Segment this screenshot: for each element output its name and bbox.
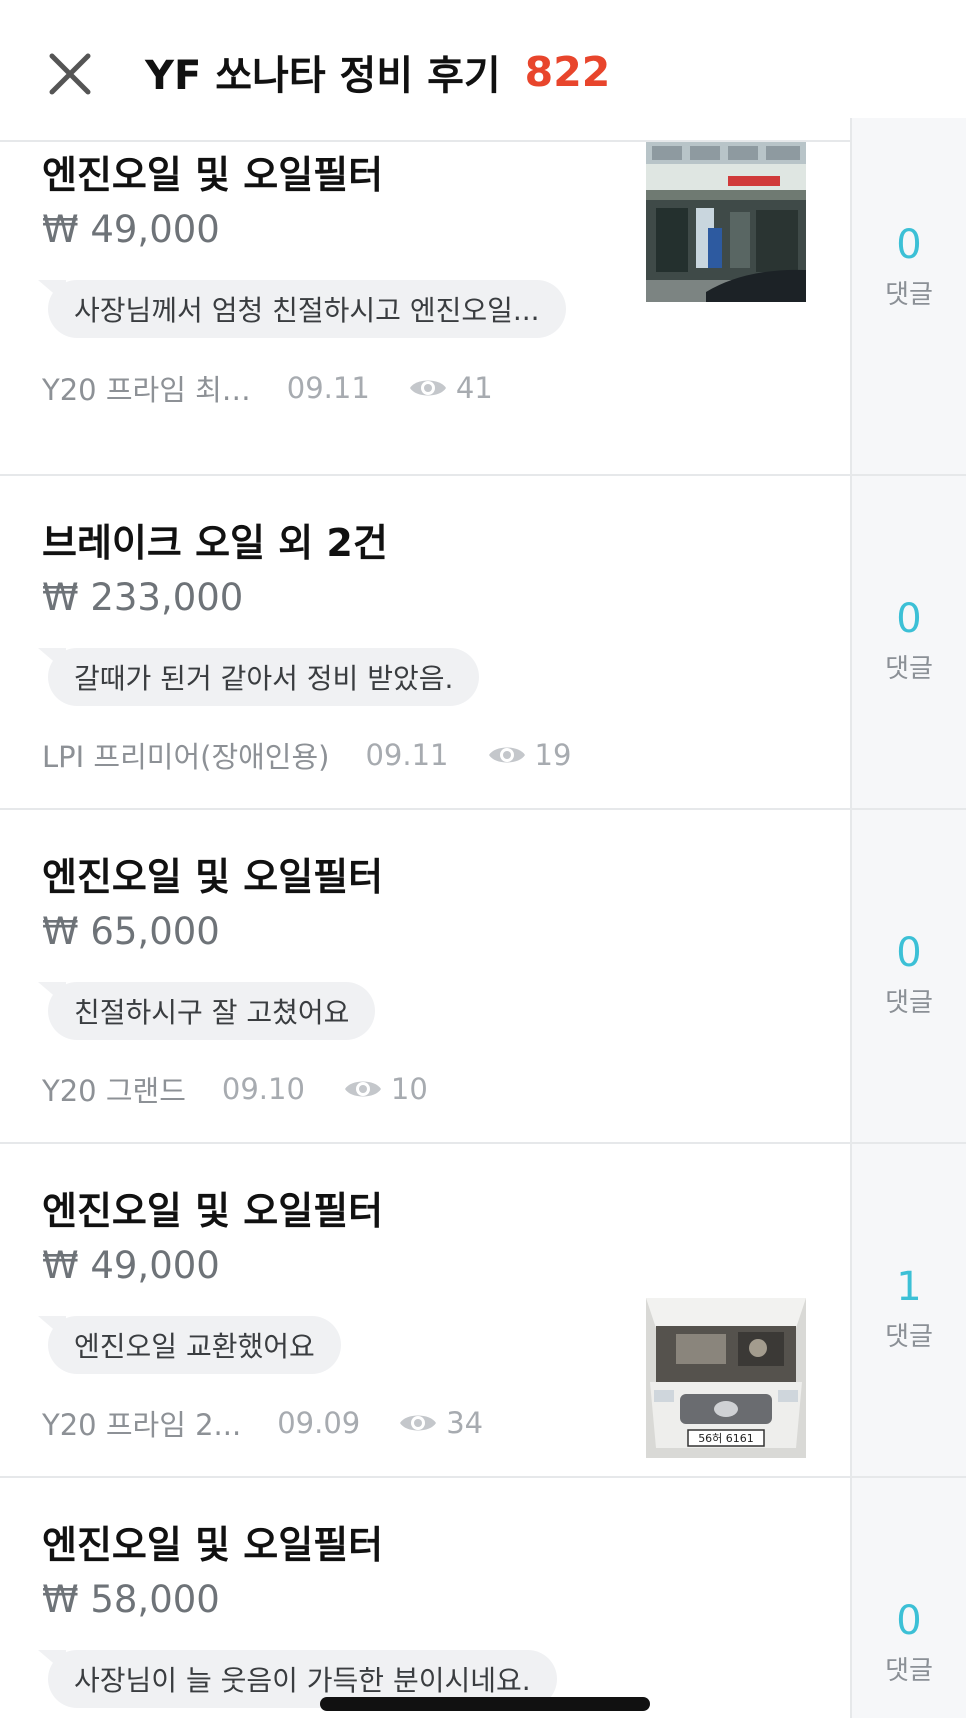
review-meta: Y20 프라임 2... 09.09 34: [42, 1403, 483, 1443]
comment-count-panel[interactable]: 0 댓글: [850, 118, 966, 474]
review-item[interactable]: 브레이크 오일 외 2건 ₩ 233,000 갈때가 된거 같아서 정비 받았음…: [0, 476, 966, 810]
comment-count: 1: [896, 1264, 922, 1310]
review-title: 엔진오일 및 오일필터: [42, 855, 384, 899]
review-date: 09.11: [365, 738, 449, 772]
review-thumbnail[interactable]: 56허 6161: [646, 1298, 806, 1458]
review-item[interactable]: 엔진오일 및 오일필터 ₩ 58,000 사장님이 늘 웃음이 가득한 분이시네…: [0, 1478, 966, 1718]
comment-label: 댓글: [885, 1322, 933, 1352]
review-price: ₩ 65,000: [42, 910, 220, 953]
review-item[interactable]: 엔진오일 및 오일필터 ₩ 65,000 친절하시구 잘 고쳤어요 Y20 그랜…: [0, 810, 966, 1144]
review-title: 엔진오일 및 오일필터: [42, 1189, 384, 1233]
review-item-body[interactable]: 엔진오일 및 오일필터 ₩ 49,000 사장님께서 엄청 친절하시고 엔진오일…: [0, 118, 850, 474]
comment-label: 댓글: [885, 280, 933, 310]
review-title: 엔진오일 및 오일필터: [42, 153, 384, 197]
review-item[interactable]: 엔진오일 및 오일필터 ₩ 49,000 사장님께서 엄청 친절하시고 엔진오일…: [0, 118, 966, 476]
close-icon: [49, 53, 91, 95]
car-trim: LPI 프리미어(장애인용): [42, 740, 330, 774]
comment-label: 댓글: [885, 988, 933, 1018]
eye-icon: [409, 380, 446, 396]
review-comment-bubble: 사장님께서 엄청 친절하시고 엔진오일...: [48, 280, 566, 338]
comment-count: 0: [896, 930, 922, 976]
view-count: 41: [455, 371, 493, 405]
review-comment-bubble: 엔진오일 교환했어요: [48, 1316, 341, 1374]
page-title: YF 쏘나타 정비 후기 822: [145, 42, 610, 102]
car-trim: Y20 그랜드: [42, 1074, 186, 1108]
shop-storefront-image: [646, 142, 806, 302]
review-count: 822: [524, 48, 611, 96]
review-price: ₩ 49,000: [42, 208, 220, 251]
view-count: 10: [390, 1072, 428, 1106]
car-trim: Y20 프라임 최…: [42, 373, 251, 407]
comment-count-panel[interactable]: 0 댓글: [850, 476, 966, 808]
car-engine-bay-image: 56허 6161: [646, 1298, 806, 1458]
review-meta: Y20 프라임 최… 09.11 41: [42, 368, 493, 408]
view-count: 19: [534, 738, 572, 772]
review-date: 09.11: [286, 371, 370, 405]
review-item[interactable]: 엔진오일 및 오일필터 ₩ 49,000 엔진오일 교환했어요 Y20 프라임 …: [0, 1144, 966, 1478]
review-price: ₩ 49,000: [42, 1244, 220, 1287]
view-count: 34: [446, 1406, 484, 1440]
comment-count-panel[interactable]: 0 댓글: [850, 810, 966, 1142]
review-title: 엔진오일 및 오일필터: [42, 1523, 384, 1567]
license-plate: 56허 6161: [698, 1432, 754, 1445]
review-comment-bubble: 친절하시구 잘 고쳤어요: [48, 982, 376, 1040]
review-price: ₩ 233,000: [42, 576, 244, 619]
comment-count: 0: [896, 596, 922, 642]
comment-label: 댓글: [885, 654, 933, 684]
home-indicator: [320, 1697, 650, 1711]
review-item-body[interactable]: 엔진오일 및 오일필터 ₩ 58,000 사장님이 늘 웃음이 가득한 분이시네…: [0, 1478, 850, 1718]
review-comment-bubble: 갈때가 된거 같아서 정비 받았음.: [48, 648, 480, 706]
car-trim: Y20 프라임 2...: [42, 1408, 242, 1442]
review-item-body[interactable]: 브레이크 오일 외 2건 ₩ 233,000 갈때가 된거 같아서 정비 받았음…: [0, 476, 850, 808]
review-date: 09.10: [221, 1072, 305, 1106]
page-title-text: YF 쏘나타 정비 후기: [145, 53, 501, 99]
review-item-body[interactable]: 엔진오일 및 오일필터 ₩ 49,000 엔진오일 교환했어요 Y20 프라임 …: [0, 1144, 850, 1476]
review-item-body[interactable]: 엔진오일 및 오일필터 ₩ 65,000 친절하시구 잘 고쳤어요 Y20 그랜…: [0, 810, 850, 1142]
review-meta: Y20 그랜드 09.10 10: [42, 1069, 428, 1109]
review-title: 브레이크 오일 외 2건: [42, 521, 388, 565]
eye-icon: [488, 747, 525, 763]
review-date: 09.09: [277, 1406, 361, 1440]
comment-count: 0: [896, 1598, 922, 1644]
comment-count-panel[interactable]: 1 댓글: [850, 1144, 966, 1476]
comment-label: 댓글: [885, 1656, 933, 1686]
eye-icon: [344, 1081, 381, 1097]
comment-count: 0: [896, 222, 922, 268]
comment-count-panel[interactable]: 0 댓글: [850, 1478, 966, 1718]
review-price: ₩ 58,000: [42, 1578, 220, 1621]
close-button[interactable]: [44, 48, 100, 104]
review-meta: LPI 프리미어(장애인용) 09.11 19: [42, 735, 571, 775]
review-thumbnail[interactable]: [646, 142, 806, 302]
eye-icon: [400, 1415, 437, 1431]
